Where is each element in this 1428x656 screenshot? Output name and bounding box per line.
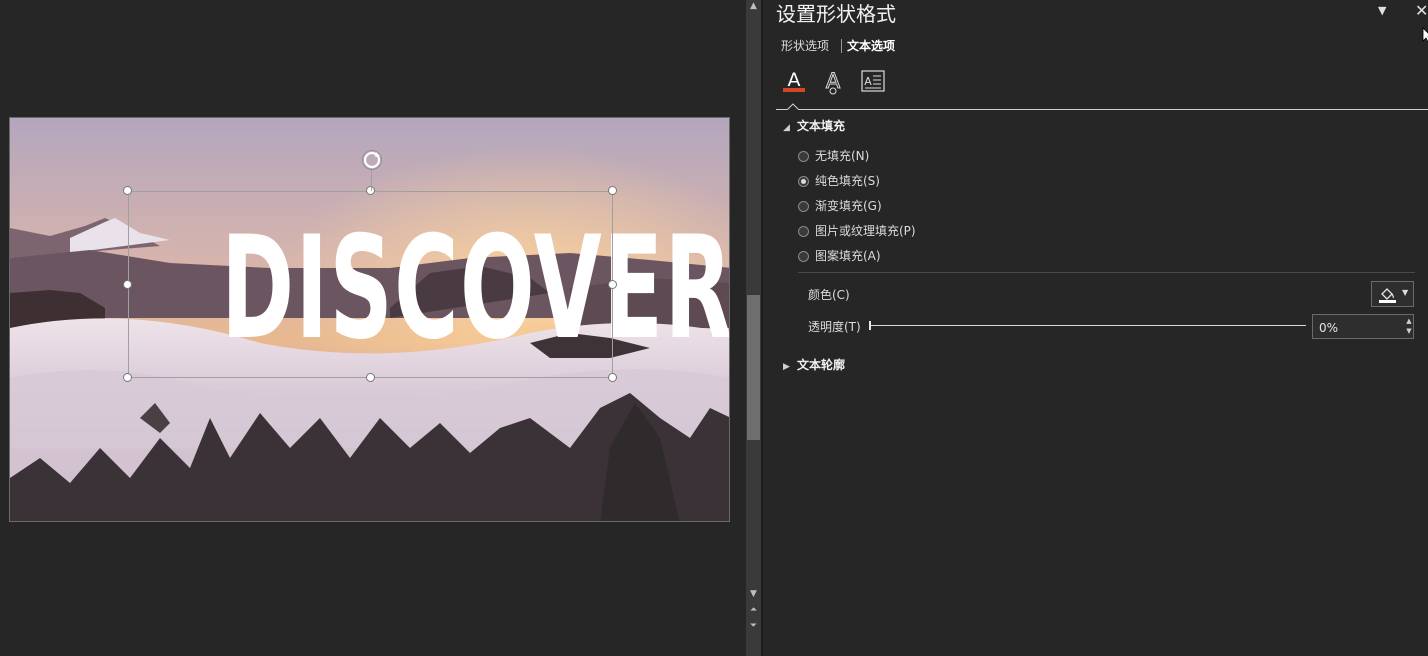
scroll-up-icon[interactable]: ▲ [746,0,761,12]
tab-text-options[interactable]: 文本选项 [847,38,895,54]
slide-editor: DISCOVER [0,0,745,656]
radio-picture-texture-fill[interactable]: 图片或纹理填充(P) [798,223,916,239]
radio-button[interactable] [798,151,809,162]
mouse-cursor-icon [1422,27,1428,43]
svg-text:A: A [826,69,841,93]
section-separator [798,272,1415,273]
transparency-slider[interactable] [869,325,1306,326]
svg-text:A: A [864,75,872,88]
resize-handle-left[interactable] [123,280,132,289]
radio-label: 渐变填充(G) [815,199,882,213]
radio-label: 图片或纹理填充(P) [815,224,916,238]
resize-handle-top-left[interactable] [123,186,132,195]
radio-button[interactable] [798,201,809,212]
radio-pattern-fill[interactable]: 图案填充(A) [798,248,881,264]
radio-label: 图案填充(A) [815,249,881,263]
resize-handle-bottom-left[interactable] [123,373,132,382]
radio-solid-fill[interactable]: 纯色填充(S) [798,173,880,189]
tab-separator [841,39,842,53]
radio-button[interactable] [798,176,809,187]
text-outline-section-header[interactable]: ▶ 文本轮廓 [783,356,845,373]
icon-tab-underline [776,109,1428,110]
slide-canvas[interactable]: DISCOVER [9,117,730,522]
paint-bucket-icon [1379,288,1396,303]
pane-title: 设置形状格式 [776,2,896,26]
svg-text:A: A [788,69,801,91]
resize-handle-top-right[interactable] [608,186,617,195]
radio-button[interactable] [798,251,809,262]
previous-slide-icon[interactable]: ⏶ [746,604,761,616]
radio-label: 无填充(N) [815,149,870,163]
transparency-label: 透明度(T) [808,320,861,334]
expand-triangle-icon: ▶ [783,362,790,372]
transparency-spinner[interactable]: ▲ ▼ [1404,316,1414,338]
close-icon[interactable]: ✕ [1415,1,1428,20]
collapse-triangle-icon: ◢ [783,123,790,133]
next-slide-icon[interactable]: ⏷ [746,620,761,632]
text-fill-heading: 文本填充 [797,119,846,133]
resize-handle-bottom[interactable] [366,373,375,382]
rotate-stem [371,170,372,191]
pane-options-chevron-icon[interactable]: ▼ [1378,4,1386,17]
radio-button[interactable] [798,226,809,237]
textbox-selection-frame[interactable] [128,191,613,378]
color-label: 颜色(C) [808,288,850,302]
radio-no-fill[interactable]: 无填充(N) [798,148,869,164]
resize-handle-bottom-right[interactable] [608,373,617,382]
rotate-icon[interactable] [361,149,383,171]
radio-gradient-fill[interactable]: 渐变填充(G) [798,198,882,214]
editor-scrollbar[interactable]: ▲ ▼ ⏶ ⏷ [746,0,761,656]
format-shape-pane: 设置形状格式 ▼ ✕ 形状选项 文本选项 A A A ◢ 文本填充 无填充(N) … [763,0,1428,656]
textbox-layout-icon[interactable]: A [858,66,888,96]
transparency-slider-thumb[interactable] [869,321,871,330]
fill-color-dropdown[interactable]: ▼ [1371,281,1414,307]
text-outline-heading: 文本轮廓 [797,358,846,372]
tab-shape-options[interactable]: 形状选项 [781,38,829,54]
transparency-input[interactable] [1312,314,1414,339]
scroll-down-icon[interactable]: ▼ [746,588,761,600]
text-fill-section-header[interactable]: ◢ 文本填充 [783,117,845,134]
text-fill-outline-icon[interactable]: A [779,66,809,96]
selected-tab-caret [787,103,799,110]
resize-handle-right[interactable] [608,280,617,289]
text-effects-icon[interactable]: A [819,66,849,96]
scrollbar-thumb[interactable] [747,295,760,440]
chevron-down-icon: ▼ [1402,288,1409,297]
radio-label: 纯色填充(S) [815,174,880,188]
